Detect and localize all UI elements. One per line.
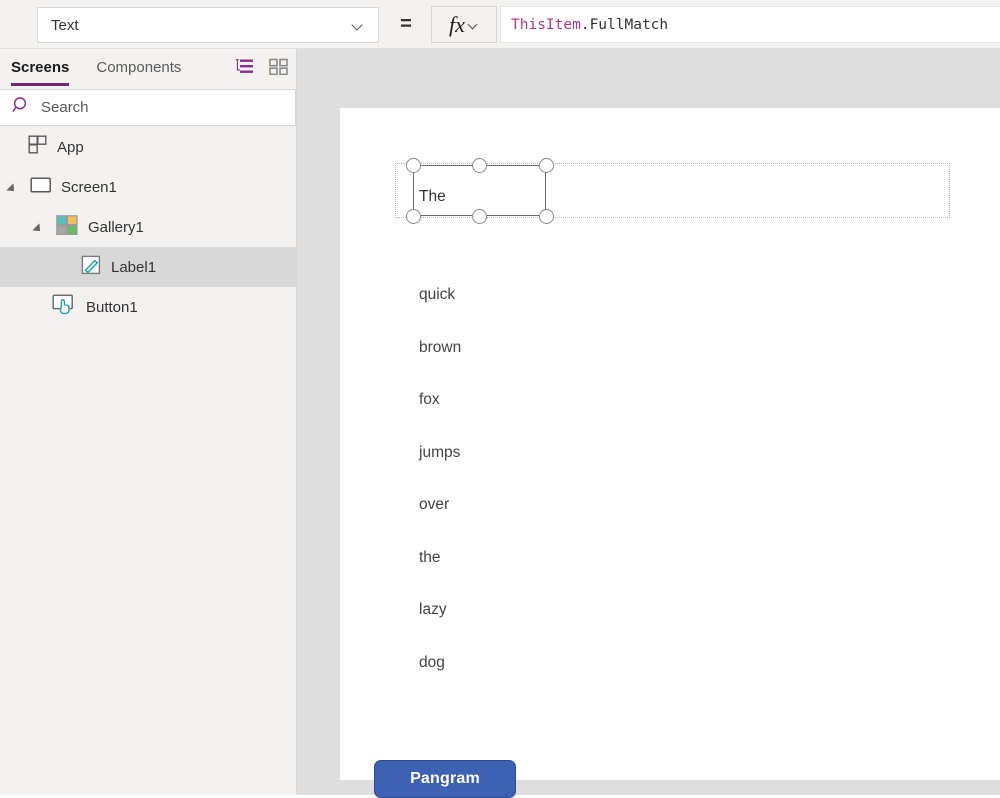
- gallery-row-text[interactable]: jumps: [419, 443, 460, 463]
- gallery-row-text[interactable]: quick: [419, 285, 455, 305]
- tree-item-button1[interactable]: Button1: [0, 287, 296, 327]
- gallery-row-text[interactable]: fox: [419, 390, 440, 410]
- tree-item-label: Gallery1: [88, 218, 144, 236]
- formula-input[interactable]: ThisItem .FullMatch: [500, 6, 1000, 43]
- tree-item-gallery1[interactable]: Gallery1: [0, 207, 296, 247]
- tab-screens[interactable]: Screens: [11, 59, 70, 86]
- formula-bar: Text = fx ThisItem .FullMatch: [0, 0, 1000, 49]
- thumbnail-view-icon[interactable]: [269, 58, 288, 80]
- expand-collapse-icon[interactable]: [35, 222, 46, 233]
- app-canvas[interactable]: The quick brown fox jumps over the lazy dog Pan…: [340, 108, 1000, 798]
- property-select[interactable]: Text: [37, 7, 379, 43]
- tree-item-label: Label1: [111, 258, 157, 276]
- tree-item-label: Button1: [86, 298, 138, 316]
- left-panel: Screens Components Search App Screen1 Ga…: [0, 49, 297, 795]
- resize-handle-top-right[interactable]: [538, 157, 554, 173]
- object-tree: App Screen1 Gallery1 Label1 Button1: [0, 127, 296, 327]
- tree-item-screen1[interactable]: Screen1: [0, 167, 296, 207]
- expand-collapse-icon[interactable]: [9, 182, 20, 193]
- resize-handle-bottom-right[interactable]: [538, 208, 554, 224]
- formula-token-property: .FullMatch: [580, 16, 669, 33]
- equals-sign: =: [400, 13, 412, 35]
- panel-tabs: Screens Components: [0, 49, 296, 89]
- canvas-area: The quick brown fox jumps over the lazy dog Pan…: [297, 49, 1000, 798]
- gallery-row-text[interactable]: over: [419, 495, 449, 515]
- resize-handle-top-middle[interactable]: [471, 157, 487, 173]
- gallery-icon: [56, 214, 79, 240]
- tree-item-label: App: [57, 138, 84, 156]
- resize-handle-bottom-middle[interactable]: [471, 208, 487, 224]
- app-icon: [28, 135, 48, 159]
- search-icon: [12, 96, 31, 120]
- tree-item-label1[interactable]: Label1: [0, 247, 296, 287]
- fx-button[interactable]: fx: [431, 6, 497, 43]
- gallery-row-text[interactable]: dog: [419, 653, 445, 673]
- formula-token-object: ThisItem: [511, 16, 581, 33]
- tab-components[interactable]: Components: [96, 59, 181, 79]
- label-icon: [81, 255, 102, 280]
- search-input[interactable]: Search: [0, 89, 296, 126]
- chevron-down-icon: [352, 19, 364, 31]
- tree-item-label: Screen1: [61, 178, 117, 196]
- screen-icon: [30, 175, 52, 199]
- gallery-row-text[interactable]: brown: [419, 338, 461, 358]
- tree-view-icon[interactable]: [235, 58, 255, 80]
- panel-view-toggles: [235, 58, 288, 80]
- chevron-down-icon: [469, 20, 479, 30]
- pangram-button[interactable]: Pangram: [374, 760, 516, 798]
- gallery-row-text[interactable]: the: [419, 548, 441, 568]
- fx-icon: fx: [449, 11, 465, 37]
- search-placeholder: Search: [41, 99, 89, 116]
- tree-item-app[interactable]: App: [0, 127, 296, 167]
- resize-handle-top-left[interactable]: [405, 157, 421, 173]
- selected-label-text: The: [419, 188, 446, 205]
- gallery-row-text[interactable]: lazy: [419, 600, 447, 620]
- button-icon: [52, 294, 77, 320]
- resize-handle-bottom-left[interactable]: [405, 208, 421, 224]
- property-select-value: Text: [51, 16, 79, 34]
